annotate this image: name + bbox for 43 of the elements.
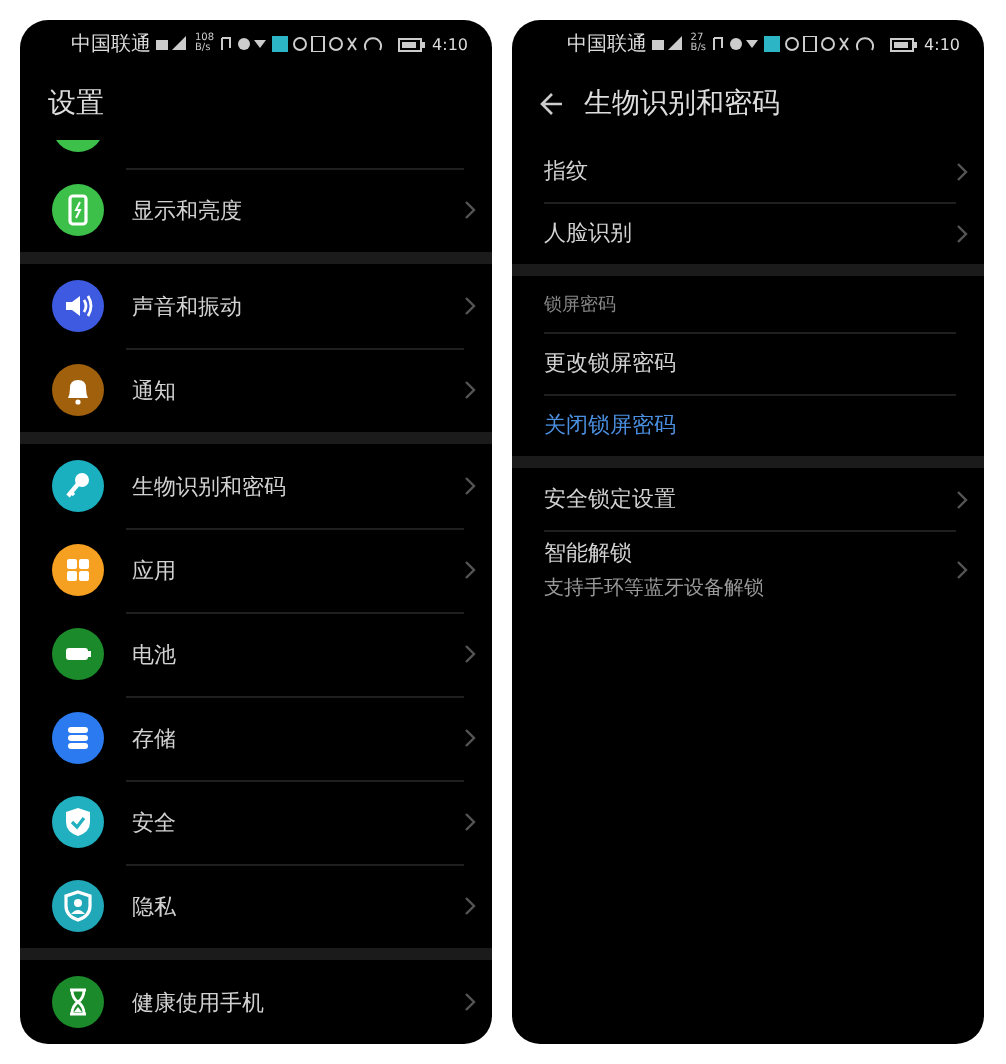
settings-item[interactable]: 应用 [20, 528, 492, 612]
settings-item[interactable]: 存储 [20, 696, 492, 780]
settings-item[interactable]: 显示和亮度 [20, 168, 492, 252]
back-icon[interactable] [540, 92, 564, 116]
chevron-icon [464, 812, 476, 832]
settings-item[interactable]: 更改锁屏密码 [512, 332, 984, 394]
chevron-icon [464, 296, 476, 316]
chevron-icon [464, 644, 476, 664]
chevron-icon [464, 896, 476, 916]
chevron-icon [956, 560, 968, 580]
clock-time: 4:10 [924, 35, 960, 53]
item-description: 支持手环等蓝牙设备解锁 [544, 575, 766, 602]
settings-item[interactable]: 关闭锁屏密码 [512, 394, 984, 456]
chevron-icon [464, 992, 476, 1012]
signal-icon [156, 36, 189, 52]
page-title: 生物识别和密码 [584, 86, 780, 122]
clock-time: 4:10 [432, 35, 468, 53]
page-title: 设置 [48, 86, 104, 122]
battery-icon [398, 37, 427, 51]
settings-item[interactable]: 通知 [20, 348, 492, 432]
settings-item[interactable]: 安全 [20, 780, 492, 864]
chevron-icon [956, 161, 968, 181]
settings-item[interactable]: 人脸识别 [512, 202, 984, 264]
section-header: 锁屏密码 [542, 293, 618, 319]
chevron-icon [464, 560, 476, 580]
battery-icon [890, 37, 919, 51]
settings-item[interactable]: 健康使用手机 [20, 960, 492, 1044]
settings-item[interactable]: 智能解锁 [544, 538, 928, 568]
signal-icon [652, 36, 685, 52]
carrier-name: 中国联通 [70, 31, 151, 58]
settings-item[interactable]: 隐私 [20, 864, 492, 948]
chevron-icon [464, 200, 476, 220]
settings-item[interactable]: 生物识别和密码 [20, 444, 492, 528]
carrier-name: 中国联通 [566, 31, 647, 58]
chevron-icon [464, 476, 476, 496]
settings-item[interactable]: 指纹 [512, 140, 984, 202]
chevron-icon [956, 489, 968, 509]
settings-item[interactable]: 电池 [20, 612, 492, 696]
settings-item[interactable]: 安全锁定设置 [512, 468, 984, 530]
settings-item[interactable]: 声音和振动 [20, 264, 492, 348]
chevron-icon [464, 380, 476, 400]
chevron-icon [956, 223, 968, 243]
chevron-icon [464, 728, 476, 748]
